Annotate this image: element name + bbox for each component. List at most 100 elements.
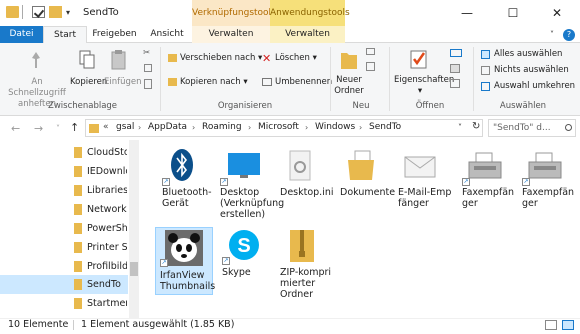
- new-item-icon[interactable]: [366, 48, 375, 55]
- documents-icon: [348, 150, 374, 180]
- move-to-button[interactable]: Verschieben nach ▾: [180, 53, 262, 63]
- shortcut-arrow-icon: ↗: [522, 178, 530, 186]
- help-icon[interactable]: ?: [563, 29, 575, 41]
- recent-locations-icon[interactable]: ˅: [56, 124, 60, 133]
- shortcut-arrow-icon: ↗: [220, 178, 228, 186]
- nav-item-cloudstor[interactable]: CloudStor: [0, 143, 128, 162]
- file-documents[interactable]: Dokumente: [336, 148, 396, 208]
- file-bluetooth[interactable]: ↗ Bluetooth- Gerät: [158, 148, 218, 216]
- tab-manage-shortcut[interactable]: Verwalten: [192, 26, 270, 43]
- breadcrumb-separator[interactable]: ›: [138, 123, 141, 132]
- large-icons-view-icon[interactable]: [562, 320, 574, 330]
- desktop-icon: [228, 153, 260, 178]
- folder-icon: [74, 298, 82, 309]
- file-fax-recipient-1[interactable]: ↗ Faxempfän ger: [458, 148, 518, 218]
- pin-icon: [32, 52, 40, 68]
- quick-access-dropdown-icon[interactable]: ▾: [66, 8, 70, 17]
- new-folder-button[interactable]: Neuer Ordner: [332, 75, 366, 97]
- properties-button[interactable]: Eigenschaften ▾: [394, 75, 454, 97]
- overflow-chevron-icon[interactable]: «: [103, 122, 109, 132]
- nav-item-printer-shortcuts[interactable]: Printer Sh: [0, 238, 128, 257]
- nav-item-profilbild[interactable]: Profilbild: [0, 257, 128, 276]
- file-skype[interactable]: S ↗ Skype: [218, 227, 278, 287]
- shortcut-arrow-icon: ↗: [222, 257, 230, 265]
- rename-button[interactable]: Umbenennen: [275, 77, 332, 87]
- copy-button[interactable]: Kopieren: [70, 77, 107, 88]
- shortcut-arrow-icon: ↗: [162, 178, 170, 186]
- nav-scrollbar[interactable]: [129, 140, 139, 318]
- paste-button[interactable]: Einfügen: [104, 77, 142, 88]
- nav-item-powershell[interactable]: PowerShe: [0, 219, 128, 238]
- address-dropdown-icon[interactable]: ˅: [458, 123, 462, 132]
- nav-item-startmenu[interactable]: Startmen: [0, 294, 128, 313]
- breadcrumb-separator[interactable]: ›: [359, 123, 362, 132]
- group-label-organize: Organisieren: [217, 101, 273, 111]
- cut-icon[interactable]: ✂: [143, 48, 150, 58]
- new-folder-quick-icon[interactable]: [49, 6, 62, 18]
- breadcrumb-separator[interactable]: ›: [192, 123, 195, 132]
- edit-icon[interactable]: [450, 64, 460, 73]
- tab-view[interactable]: Ansicht: [142, 26, 192, 43]
- nav-scrollbar-thumb[interactable]: [130, 262, 138, 276]
- breadcrumb-sendto[interactable]: SendTo: [369, 122, 401, 132]
- invert-selection-button[interactable]: Auswahl umkehren: [494, 81, 575, 91]
- up-button[interactable]: ↑: [70, 121, 79, 134]
- folder-icon: [74, 185, 82, 196]
- divider: [73, 320, 74, 330]
- maximize-button[interactable]: ☐: [490, 0, 536, 26]
- folder-icon: [74, 261, 82, 272]
- settings-file-icon: [289, 150, 311, 181]
- properties-quick-icon[interactable]: [32, 6, 45, 18]
- mail-icon: [404, 156, 436, 178]
- file-mail-recipient[interactable]: E-Mail-Emp fänger: [394, 148, 454, 218]
- folder-icon: [74, 223, 82, 234]
- tab-share[interactable]: Freigeben: [87, 26, 142, 43]
- delete-icon: ✕: [262, 52, 272, 65]
- file-fax-recipient-2[interactable]: ↗ Faxempfän ger: [518, 148, 578, 218]
- breadcrumb-appdata[interactable]: AppData: [148, 122, 187, 132]
- nav-item-sendto[interactable]: SendTo: [0, 275, 128, 294]
- folder-icon: [89, 124, 99, 133]
- tab-file[interactable]: Datei: [0, 26, 43, 43]
- breadcrumb-gsal[interactable]: gsal: [116, 122, 134, 132]
- breadcrumb-roaming[interactable]: Roaming: [202, 122, 242, 132]
- history-icon[interactable]: [450, 79, 460, 88]
- copy-to-icon: [168, 78, 177, 86]
- breadcrumb-separator[interactable]: ›: [248, 123, 251, 132]
- open-icon[interactable]: [450, 49, 462, 57]
- back-button[interactable]: ←: [11, 122, 20, 135]
- select-none-button[interactable]: Nichts auswählen: [494, 65, 569, 75]
- details-view-icon[interactable]: [545, 320, 557, 330]
- nav-item-iedownload[interactable]: IEDownlo: [0, 162, 128, 181]
- file-desktop-ini[interactable]: Desktop.ini: [276, 148, 336, 208]
- copy-path-icon[interactable]: [144, 64, 152, 72]
- copy-icon: [79, 50, 95, 69]
- paste-icon: [111, 50, 126, 70]
- copy-to-button[interactable]: Kopieren nach ▾: [180, 77, 248, 87]
- minimize-button[interactable]: —: [444, 0, 490, 26]
- delete-button[interactable]: Löschen ▾: [275, 53, 317, 63]
- file-irfanview-thumbnails[interactable]: ↗ IrfanView Thumbnails: [155, 227, 215, 295]
- breadcrumb-separator[interactable]: ›: [305, 123, 308, 132]
- group-label-clipboard: Zwischenablage: [48, 101, 118, 111]
- tab-start[interactable]: Start: [43, 26, 87, 44]
- nav-item-libraries[interactable]: Libraries: [0, 181, 128, 200]
- paste-shortcut-icon[interactable]: [144, 79, 152, 89]
- tab-manage-app[interactable]: Verwalten: [270, 26, 345, 43]
- file-zip-folder[interactable]: ZIP-kompri mierter Ordner: [276, 227, 336, 307]
- window-title: SendTo: [83, 7, 119, 18]
- group-label-open: Öffnen: [415, 101, 445, 111]
- easy-access-icon[interactable]: [366, 62, 375, 71]
- ribbon-collapse-icon[interactable]: ˅: [550, 30, 554, 39]
- breadcrumb-microsoft[interactable]: Microsoft: [258, 122, 299, 132]
- breadcrumb-windows[interactable]: Windows: [315, 122, 355, 132]
- context-header-app-tools: Anwendungstools: [270, 0, 350, 26]
- refresh-icon[interactable]: ↻: [472, 121, 480, 132]
- forward-button[interactable]: →: [34, 122, 43, 135]
- new-folder-icon: [341, 53, 357, 69]
- nav-item-network-shortcuts[interactable]: Network S: [0, 200, 128, 219]
- close-button[interactable]: ✕: [534, 0, 580, 26]
- rename-icon: [262, 78, 272, 86]
- select-all-button[interactable]: Alles auswählen: [494, 49, 562, 59]
- file-desktop-shortcut[interactable]: ↗ Desktop (Verknüpfung erstellen): [216, 148, 284, 226]
